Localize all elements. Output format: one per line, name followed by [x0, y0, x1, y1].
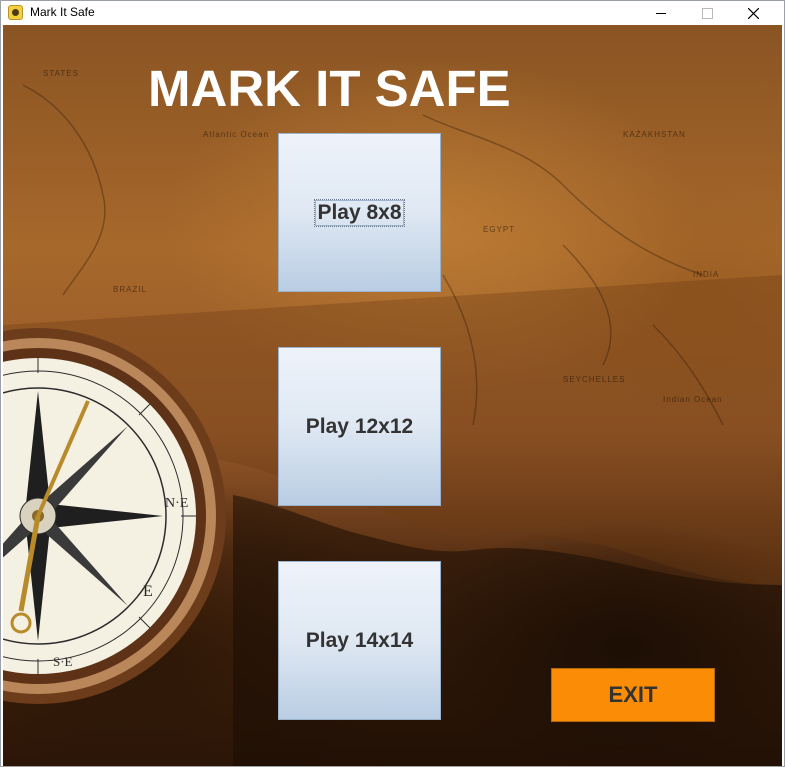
play-8x8-button[interactable]: Play 8x8 — [278, 133, 441, 292]
play-8x8-label: Play 8x8 — [314, 198, 405, 227]
exit-button[interactable]: EXIT — [551, 668, 715, 722]
app-logo-icon — [8, 5, 23, 20]
game-title: MARK IT SAFE — [148, 60, 511, 117]
svg-text:S·E: S·E — [53, 654, 73, 669]
play-14x14-label: Play 14x14 — [305, 628, 414, 652]
exit-label: EXIT — [608, 682, 658, 707]
main-menu-panel: STATES KAZAKHSTAN EGYPT INDIA Indian Oce… — [3, 25, 782, 766]
play-12x12-button[interactable]: Play 12x12 — [278, 347, 441, 506]
close-button[interactable] — [730, 1, 776, 25]
app-window: Mark It Safe STATES KAZAKHSTAN EGYPT IND… — [0, 0, 785, 767]
compass-decoration: N·E E S·E — [3, 328, 226, 704]
play-14x14-button[interactable]: Play 14x14 — [278, 561, 441, 720]
title-bar[interactable]: Mark It Safe — [1, 1, 784, 25]
maximize-button[interactable] — [684, 1, 730, 25]
svg-text:E: E — [143, 583, 153, 600]
minimize-button[interactable] — [638, 1, 684, 25]
svg-text:N·E: N·E — [165, 496, 188, 511]
play-12x12-label: Play 12x12 — [305, 414, 414, 438]
close-icon — [747, 7, 759, 19]
window-title: Mark It Safe — [30, 5, 95, 19]
